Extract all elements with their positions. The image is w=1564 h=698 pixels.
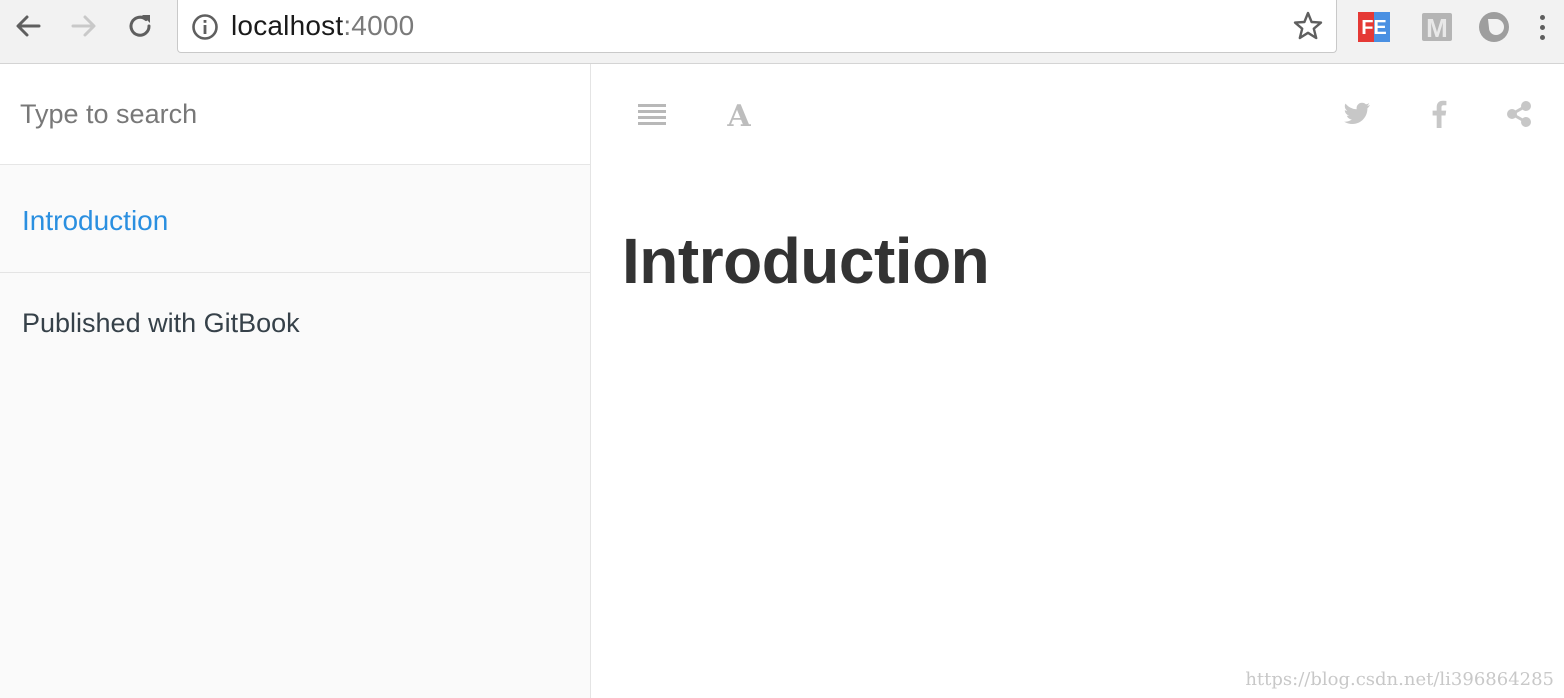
- back-button[interactable]: [8, 8, 48, 44]
- book-sidebar: Introduction Published with GitBook: [0, 64, 591, 698]
- menu-dot: [1539, 34, 1545, 40]
- toggle-sidebar-button[interactable]: [632, 94, 672, 134]
- address-bar[interactable]: localhost:4000: [177, 0, 1337, 53]
- reload-icon: [129, 15, 151, 37]
- drop-extension-button[interactable]: [1477, 10, 1511, 44]
- menu-dot: [1539, 14, 1545, 20]
- arrow-right-icon: [71, 15, 96, 37]
- twitter-icon: [1344, 102, 1370, 124]
- m-extension-button[interactable]: M: [1420, 10, 1454, 44]
- book-body: A Introduction: [592, 64, 1564, 698]
- arrow-left-icon: [16, 15, 41, 37]
- menu-icon: [638, 104, 666, 125]
- share-facebook-button[interactable]: [1419, 94, 1459, 134]
- svg-text:A: A: [726, 99, 751, 130]
- svg-text:M: M: [1426, 13, 1448, 43]
- url-text[interactable]: localhost:4000: [231, 10, 414, 42]
- summary-link-introduction[interactable]: Introduction: [22, 205, 168, 237]
- drop-extension-icon: [1479, 12, 1509, 42]
- share-icon: [1507, 101, 1531, 127]
- url-port: :4000: [343, 10, 415, 41]
- fe-helper-icon: FE: [1358, 12, 1390, 42]
- info-icon[interactable]: [191, 13, 219, 41]
- font-settings-button[interactable]: A: [719, 94, 759, 134]
- menu-dot: [1539, 24, 1545, 30]
- search-box: [0, 64, 590, 165]
- svg-text:FE: FE: [1361, 17, 1387, 39]
- m-extension-icon: M: [1422, 13, 1452, 43]
- share-twitter-button[interactable]: [1337, 94, 1377, 134]
- browser-toolbar: localhost:4000 FE M: [0, 0, 1564, 64]
- forward-button[interactable]: [64, 8, 104, 44]
- fe-helper-extension-button[interactable]: FE: [1357, 10, 1391, 44]
- share-button[interactable]: [1499, 94, 1539, 134]
- search-input[interactable]: [20, 94, 560, 134]
- watermark-text: https://blog.csdn.net/li396864285: [1245, 669, 1554, 690]
- summary-item-introduction[interactable]: Introduction: [0, 165, 590, 273]
- reload-button[interactable]: [120, 8, 160, 44]
- facebook-icon: [1432, 100, 1447, 128]
- page-title: Introduction: [622, 225, 990, 297]
- published-with-gitbook-link[interactable]: Published with GitBook: [22, 308, 300, 339]
- bookmark-star-icon[interactable]: [1292, 10, 1324, 42]
- url-host: localhost: [231, 10, 344, 41]
- browser-menu-button[interactable]: [1530, 8, 1554, 46]
- font-settings-icon: A: [726, 99, 751, 130]
